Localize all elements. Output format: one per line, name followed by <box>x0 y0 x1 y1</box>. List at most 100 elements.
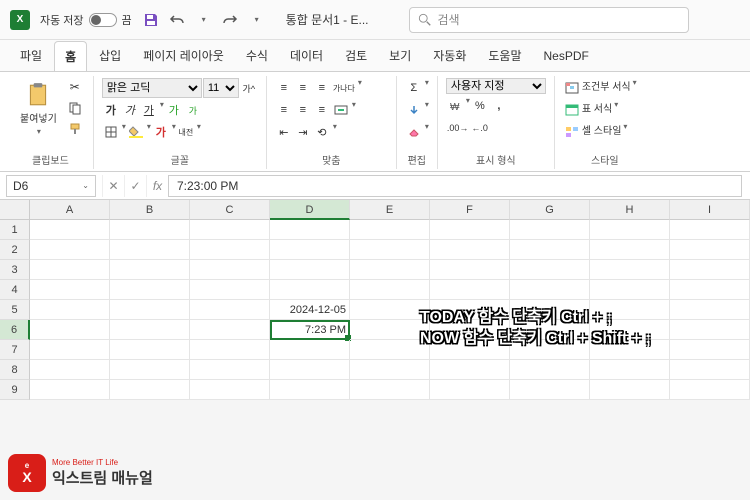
redo-icon[interactable] <box>221 11 239 29</box>
cell-e5[interactable] <box>350 300 430 320</box>
cell-d8[interactable] <box>270 360 350 380</box>
orientation-icon[interactable]: ⟲ <box>313 122 331 142</box>
number-format-select[interactable]: 사용자 지정 <box>446 78 546 94</box>
cell-f4[interactable] <box>430 280 510 300</box>
cell-f2[interactable] <box>430 240 510 260</box>
tab-view[interactable]: 보기 <box>379 41 421 70</box>
clear-icon[interactable] <box>405 122 423 142</box>
cell-b2[interactable] <box>110 240 190 260</box>
cell-b5[interactable] <box>110 300 190 320</box>
cell-a4[interactable] <box>30 280 110 300</box>
cell-d9[interactable] <box>270 380 350 400</box>
align-left-icon[interactable]: ≡ <box>275 100 293 120</box>
wrap-text-button[interactable]: 가나다 <box>332 78 356 98</box>
row-header-4[interactable]: 4 <box>0 280 30 300</box>
ruby-button[interactable]: 내전 <box>177 122 195 142</box>
cell-a9[interactable] <box>30 380 110 400</box>
cell-i8[interactable] <box>670 360 750 380</box>
cell-e9[interactable] <box>350 380 430 400</box>
cell-i9[interactable] <box>670 380 750 400</box>
cell-b6[interactable] <box>110 320 190 340</box>
cell-c3[interactable] <box>190 260 270 280</box>
cancel-formula-icon[interactable]: ✕ <box>102 175 124 197</box>
indent-dec-icon[interactable]: ⇤ <box>275 122 293 142</box>
tab-file[interactable]: 파일 <box>10 41 52 70</box>
cell-d2[interactable] <box>270 240 350 260</box>
cell-g8[interactable] <box>510 360 590 380</box>
align-center-icon[interactable]: ≡ <box>294 100 312 120</box>
cell-a5[interactable] <box>30 300 110 320</box>
align-top-icon[interactable]: ≡ <box>275 78 293 98</box>
copy-icon[interactable] <box>65 99 85 117</box>
cell-e8[interactable] <box>350 360 430 380</box>
cell-b3[interactable] <box>110 260 190 280</box>
align-bottom-icon[interactable]: ≡ <box>313 78 331 98</box>
tab-pagelayout[interactable]: 페이지 레이아웃 <box>133 41 234 70</box>
tab-formulas[interactable]: 수식 <box>236 41 278 70</box>
cell-a1[interactable] <box>30 220 110 240</box>
select-all-corner[interactable] <box>0 200 30 220</box>
row-header-7[interactable]: 7 <box>0 340 30 360</box>
cell-d3[interactable] <box>270 260 350 280</box>
cell-h3[interactable] <box>590 260 670 280</box>
cell-c4[interactable] <box>190 280 270 300</box>
percent-icon[interactable]: % <box>471 96 489 116</box>
cell-a7[interactable] <box>30 340 110 360</box>
cell-e1[interactable] <box>350 220 430 240</box>
cell-g1[interactable] <box>510 220 590 240</box>
increase-decimal-icon[interactable]: .00→ <box>446 118 470 138</box>
accept-formula-icon[interactable]: ✓ <box>124 175 146 197</box>
cell-b4[interactable] <box>110 280 190 300</box>
cell-b8[interactable] <box>110 360 190 380</box>
col-header-c[interactable]: C <box>190 200 270 220</box>
font-name-select[interactable]: 맑은 고딕 <box>102 78 202 98</box>
cell-e7[interactable] <box>350 340 430 360</box>
cell-i7[interactable] <box>670 340 750 360</box>
col-header-g[interactable]: G <box>510 200 590 220</box>
col-header-f[interactable]: F <box>430 200 510 220</box>
table-format-button[interactable] <box>563 100 581 120</box>
col-header-e[interactable]: E <box>350 200 430 220</box>
cell-i1[interactable] <box>670 220 750 240</box>
row-header-9[interactable]: 9 <box>0 380 30 400</box>
formula-bar[interactable]: 7:23:00 PM <box>168 175 742 197</box>
tab-insert[interactable]: 삽입 <box>89 41 131 70</box>
name-box[interactable]: D6 ⌄ <box>6 175 96 197</box>
cell-b9[interactable] <box>110 380 190 400</box>
tab-help[interactable]: 도움말 <box>478 41 531 70</box>
italic-button[interactable]: 가 <box>121 100 139 120</box>
cell-d4[interactable] <box>270 280 350 300</box>
cell-e3[interactable] <box>350 260 430 280</box>
bold-button[interactable]: 가 <box>102 100 120 120</box>
undo-dropdown-icon[interactable]: ▾ <box>195 11 213 29</box>
cell-d1[interactable] <box>270 220 350 240</box>
search-input[interactable]: 검색 <box>409 7 689 33</box>
cell-c9[interactable] <box>190 380 270 400</box>
border-icon[interactable] <box>102 122 120 142</box>
cell-i3[interactable] <box>670 260 750 280</box>
cell-h9[interactable] <box>590 380 670 400</box>
cell-g2[interactable] <box>510 240 590 260</box>
cell-h1[interactable] <box>590 220 670 240</box>
cell-e2[interactable] <box>350 240 430 260</box>
comma-icon[interactable]: , <box>490 96 508 116</box>
tab-home[interactable]: 홈 <box>54 41 87 71</box>
col-header-h[interactable]: H <box>590 200 670 220</box>
cell-g3[interactable] <box>510 260 590 280</box>
autosave-toggle[interactable]: 자동 저장 끔 <box>40 12 132 28</box>
decrease-decimal-icon[interactable]: ←.0 <box>470 118 489 138</box>
row-header-5[interactable]: 5 <box>0 300 30 320</box>
fill-color-icon[interactable] <box>127 122 145 142</box>
align-right-icon[interactable]: ≡ <box>313 100 331 120</box>
cell-i5[interactable] <box>670 300 750 320</box>
col-header-a[interactable]: A <box>30 200 110 220</box>
indent-inc-icon[interactable]: ⇥ <box>294 122 312 142</box>
paste-button[interactable]: 붙여넣기 ▾ <box>16 78 61 140</box>
cell-h4[interactable] <box>590 280 670 300</box>
conditional-format-button[interactable] <box>563 78 581 98</box>
col-header-d[interactable]: D <box>270 200 350 220</box>
save-icon[interactable] <box>142 11 160 29</box>
col-header-i[interactable]: I <box>670 200 750 220</box>
row-header-8[interactable]: 8 <box>0 360 30 380</box>
row-header-1[interactable]: 1 <box>0 220 30 240</box>
